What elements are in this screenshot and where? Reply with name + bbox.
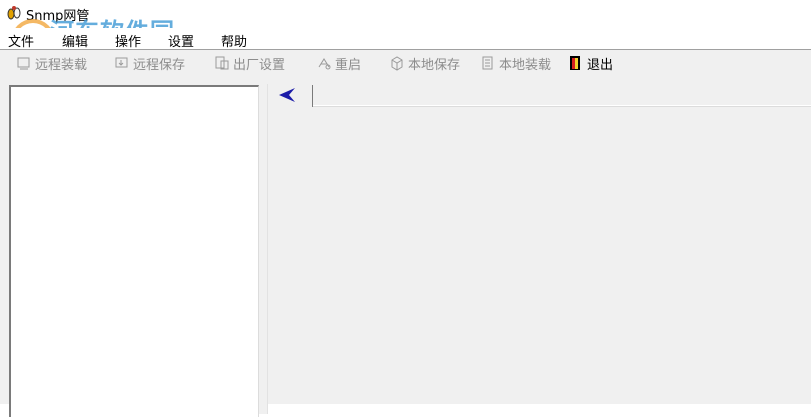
local-load-label: 本地装载 bbox=[499, 57, 552, 73]
factory-reset-label: 出厂设置 bbox=[233, 57, 286, 73]
restart-button[interactable]: 重启 bbox=[316, 54, 362, 73]
remote-save-label: 远程保存 bbox=[133, 57, 186, 73]
menu-edit[interactable]: 编辑 bbox=[62, 31, 88, 50]
snmp-app-icon bbox=[7, 6, 21, 20]
back-arrow-icon bbox=[279, 88, 295, 102]
tab-nav-button[interactable] bbox=[272, 85, 313, 107]
menu-help[interactable]: 帮助 bbox=[221, 31, 247, 50]
factory-reset-icon bbox=[215, 56, 229, 70]
main-content-area bbox=[268, 108, 811, 404]
tab-strip bbox=[268, 84, 811, 108]
menu-bar: 文件 编辑 操作 设置 帮助 bbox=[0, 28, 811, 50]
menu-file[interactable]: 文件 bbox=[8, 31, 34, 50]
restart-icon bbox=[318, 58, 331, 70]
tab-strip-border bbox=[313, 106, 811, 107]
menu-operate[interactable]: 操作 bbox=[115, 31, 141, 50]
local-save-button[interactable]: 本地保存 bbox=[389, 54, 461, 73]
exit-button[interactable]: 退出 bbox=[568, 54, 614, 73]
device-tree-panel[interactable] bbox=[9, 85, 259, 417]
remote-save-button[interactable]: 远程保存 bbox=[114, 54, 186, 73]
panel-splitter[interactable] bbox=[259, 84, 267, 414]
restart-label: 重启 bbox=[335, 57, 362, 73]
exit-label: 退出 bbox=[587, 57, 614, 73]
remote-load-label: 远程装载 bbox=[35, 57, 88, 73]
toolbar: 远程装载 远程保存 出厂设置 重启 本地保存 本地装载 退出 bbox=[0, 49, 811, 76]
exit-door-icon bbox=[570, 56, 580, 70]
local-load-button[interactable]: 本地装载 bbox=[480, 54, 552, 73]
remote-load-icon bbox=[17, 57, 30, 70]
remote-save-icon bbox=[115, 57, 128, 68]
title-bar: Snmp网管 bbox=[0, 0, 811, 26]
local-save-icon bbox=[391, 56, 403, 71]
window-title: Snmp网管 bbox=[26, 9, 90, 24]
remote-load-button[interactable]: 远程装载 bbox=[16, 54, 88, 73]
menu-settings[interactable]: 设置 bbox=[168, 31, 194, 50]
local-load-icon bbox=[482, 56, 493, 70]
local-save-label: 本地保存 bbox=[408, 57, 461, 73]
factory-reset-button[interactable]: 出厂设置 bbox=[214, 54, 286, 73]
